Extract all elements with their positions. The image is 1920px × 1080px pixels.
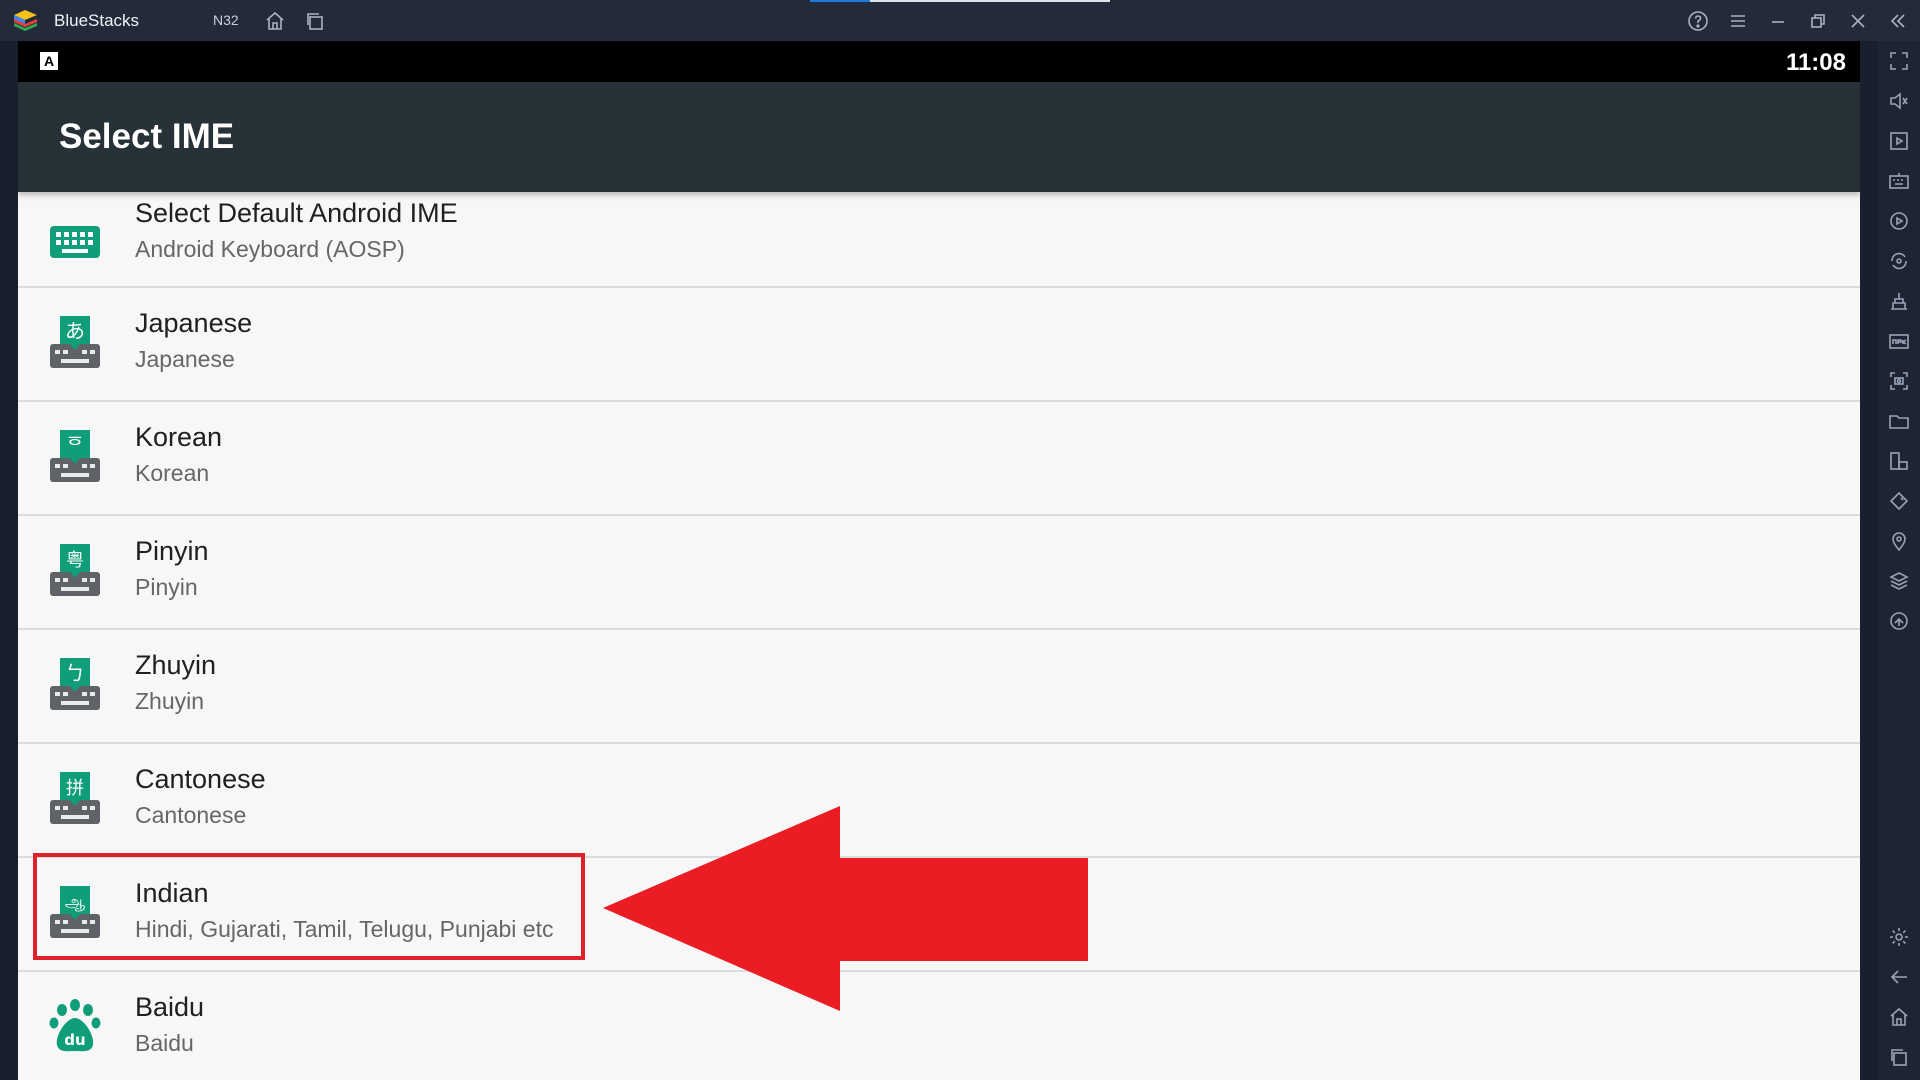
svg-text:ㄅ: ㄅ [65,661,85,685]
item-subtitle: Cantonese [135,802,247,828]
item-title: Pinyin [135,536,209,566]
sync-icon[interactable] [1887,249,1911,273]
list-item[interactable]: Select Default Android IME Android Keybo… [18,192,1860,288]
app-title: BlueStacks [54,11,140,30]
loading-indicator [810,0,870,2]
item-subtitle: Korean [135,460,210,486]
list-item[interactable]: ᅙ Korean Korean [18,402,1860,516]
item-title: Cantonese [135,764,266,794]
fullscreen-icon[interactable] [1887,49,1911,73]
status-time: 11:08 [1785,49,1846,76]
page-title: Select IME [59,117,235,156]
red-arrow-annotation [603,806,1088,1011]
layers-icon[interactable] [1887,569,1911,593]
android-status-bar: A 11:08 [18,41,1860,82]
bluestacks-logo-icon [14,10,37,31]
instance-label: N32 [213,12,239,28]
install-apk-icon[interactable] [1887,289,1911,313]
item-subtitle: Android Keyboard (AOSP) [135,236,405,262]
help-icon[interactable] [1686,9,1710,33]
home-icon[interactable] [263,9,287,33]
svg-text:ᅙ: ᅙ [66,433,84,457]
apk-icon[interactable] [1887,329,1911,353]
folder-icon[interactable] [1887,409,1911,433]
svg-text:粤: 粤 [66,550,84,571]
recent-apps-icon[interactable] [1887,1045,1911,1069]
macro-icon[interactable] [1887,209,1911,233]
loading-indicator-track [870,0,1110,2]
item-title: Korean [135,422,223,452]
item-subtitle: Baidu [135,1030,194,1056]
app-bar: Select IME [18,82,1860,192]
item-title: Japanese [135,308,253,338]
item-subtitle: Japanese [135,346,235,372]
pinyin-ime-icon: 粤 [50,544,100,596]
bluestacks-titlebar: BlueStacks N32 [0,0,1920,41]
multi-window-icon[interactable] [1887,449,1911,473]
back-icon[interactable] [1887,965,1911,989]
restore-icon[interactable] [1806,9,1830,33]
keyboard-controls-icon[interactable] [1887,169,1911,193]
item-title: Zhuyin [135,650,217,680]
bluestacks-side-toolbar [1878,41,1920,1080]
location-icon[interactable] [1887,529,1911,553]
list-item[interactable]: あ Japanese Japanese [18,288,1860,402]
item-title: Select Default Android IME [135,198,458,228]
close-icon[interactable] [1846,9,1870,33]
home-icon[interactable] [1887,1005,1911,1029]
item-title: Baidu [135,992,205,1022]
rotate-icon[interactable] [1887,489,1911,513]
multi-instance-icon[interactable] [303,9,327,33]
highlight-box [33,853,585,960]
keyboard-icon [50,226,100,258]
list-item[interactable]: ㄅ Zhuyin Zhuyin [18,630,1860,744]
screenshot-icon[interactable] [1887,369,1911,393]
list-item[interactable]: 粤 Pinyin Pinyin [18,516,1860,630]
svg-text:あ: あ [65,319,85,343]
minimize-icon[interactable] [1766,9,1790,33]
svg-text:du: du [64,1031,85,1049]
screen-record-icon[interactable] [1887,129,1911,153]
korean-ime-icon: ᅙ [50,430,100,482]
baidu-paw-icon: du [49,999,101,1052]
cantonese-ime-icon: 拼 [50,772,100,824]
input-method-indicator: A [40,52,58,70]
volume-icon[interactable] [1887,89,1911,113]
menu-icon[interactable] [1726,9,1750,33]
svg-text:拼: 拼 [66,778,84,799]
japanese-ime-icon: あ [50,316,100,368]
eco-mode-icon[interactable] [1887,609,1911,633]
collapse-sidebar-icon[interactable] [1886,9,1910,33]
item-subtitle: Zhuyin [135,688,205,714]
settings-icon[interactable] [1887,925,1911,949]
item-subtitle: Pinyin [135,574,198,600]
android-screen: A 11:08 Select IME Select Default Androi… [18,41,1860,1080]
zhuyin-ime-icon: ㄅ [50,658,100,710]
